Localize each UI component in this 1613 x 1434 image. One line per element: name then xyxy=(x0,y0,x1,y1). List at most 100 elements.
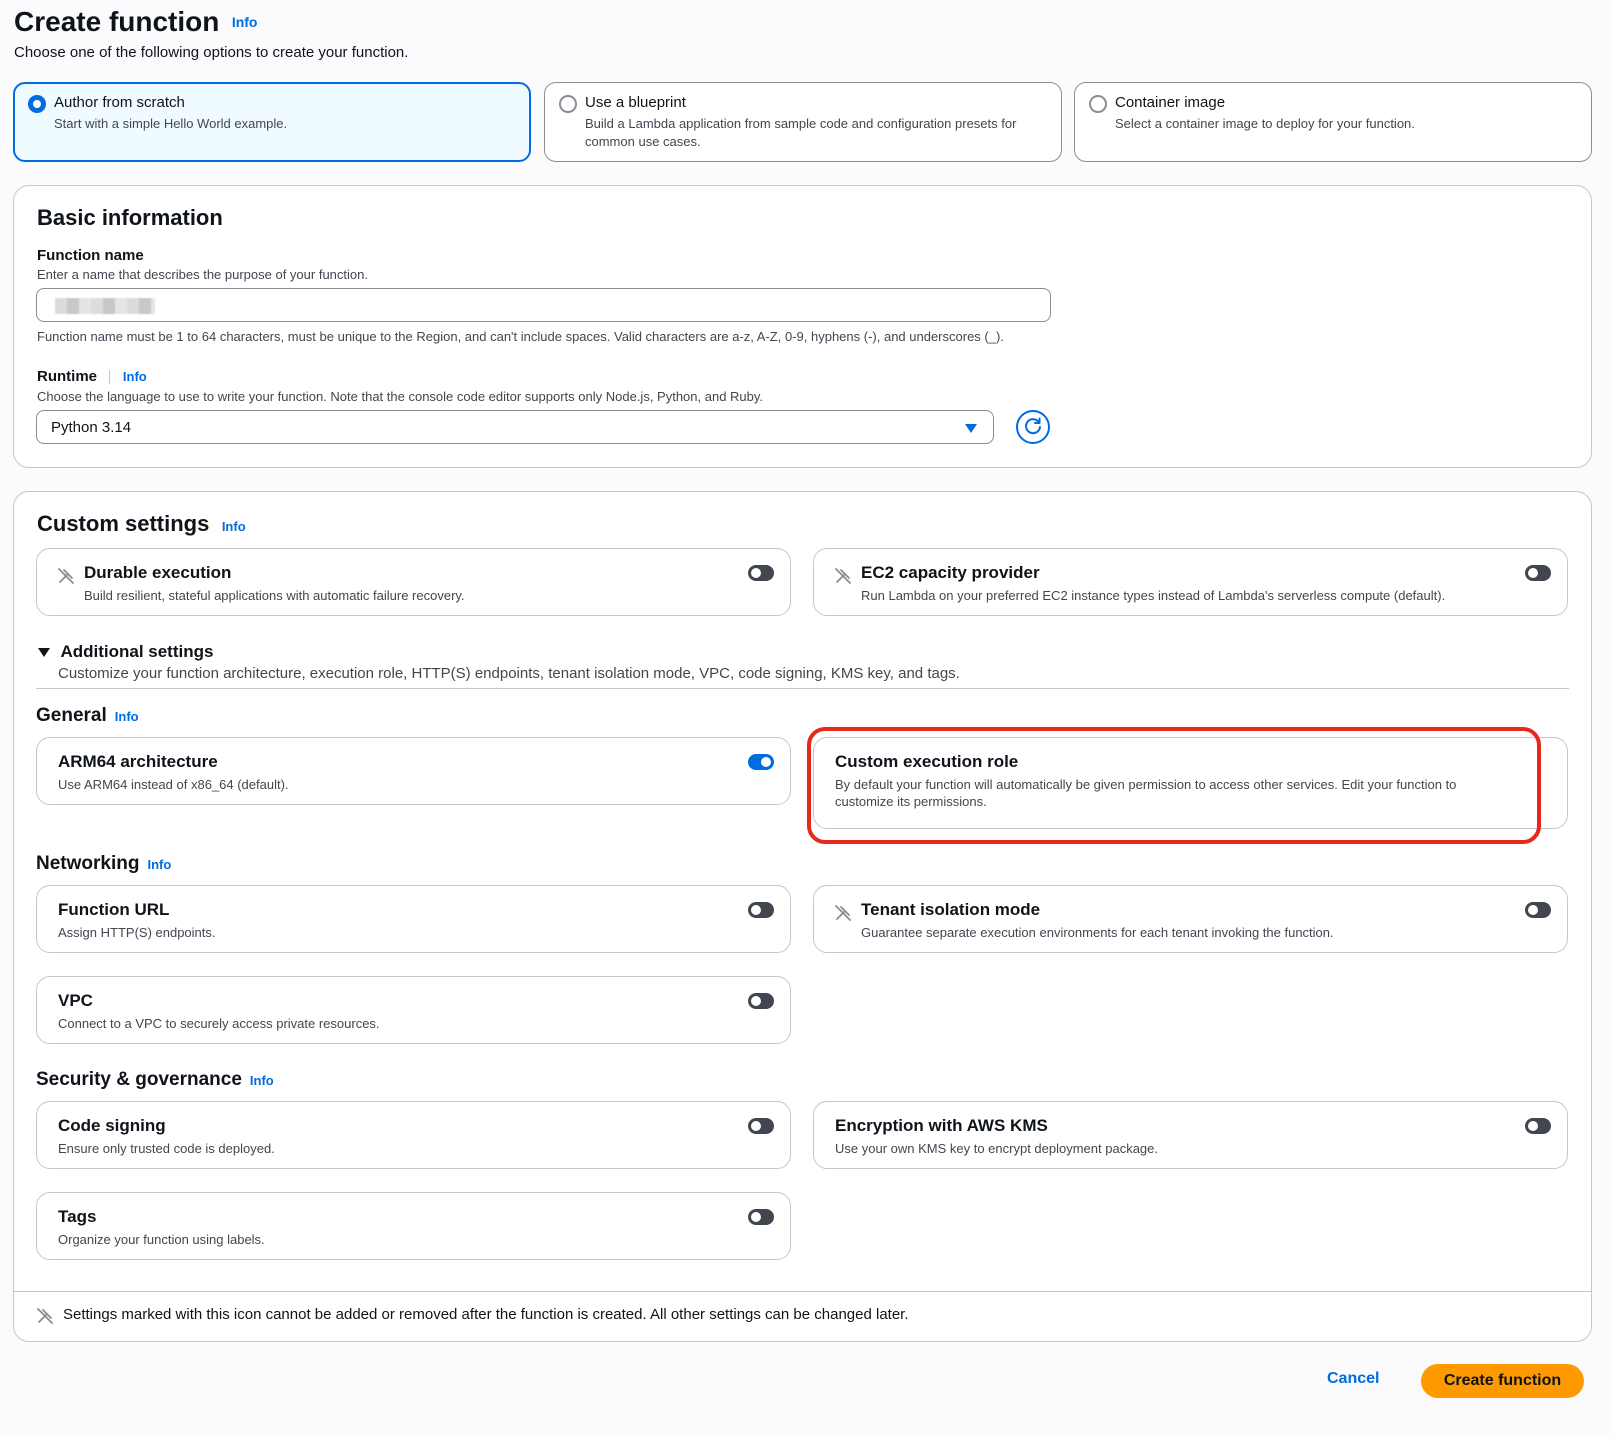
immutable-setting-icon xyxy=(37,1308,53,1324)
immutable-settings-note: Settings marked with this icon cannot be… xyxy=(36,1306,909,1324)
page-header: Create function Info xyxy=(14,6,257,38)
additional-settings-desc: Customize your function architecture, ex… xyxy=(58,665,960,682)
option-description: Build a Lambda application from sample c… xyxy=(585,116,1017,149)
security-heading: Security & governance xyxy=(36,1069,242,1090)
ec2-capacity-provider-toggle[interactable] xyxy=(1525,565,1551,581)
arm64-architecture-card: ARM64 architecture Use ARM64 instead of … xyxy=(36,737,791,805)
function-name-description: Enter a name that describes the purpose … xyxy=(37,267,368,282)
function-name-constraint: Function name must be 1 to 64 characters… xyxy=(37,329,1004,344)
security-header: Security & governance Info xyxy=(36,1069,274,1091)
tags-card: Tags Organize your function using labels… xyxy=(36,1192,791,1260)
refresh-icon xyxy=(1025,417,1041,435)
arm64-architecture-toggle[interactable] xyxy=(748,754,774,770)
option-use-blueprint[interactable]: Use a blueprint Build a Lambda applicati… xyxy=(544,82,1062,162)
function-name-label: Function name xyxy=(37,247,144,264)
divider xyxy=(14,1291,1591,1292)
runtime-label-row: Runtime Info xyxy=(37,368,147,386)
custom-settings-heading: Custom settings xyxy=(37,511,210,536)
code-signing-card: Code signing Ensure only trusted code is… xyxy=(36,1101,791,1169)
option-author-from-scratch[interactable]: Author from scratch Start with a simple … xyxy=(13,82,531,162)
toggle-knob xyxy=(1528,568,1538,578)
additional-settings-title: Additional settings xyxy=(60,642,214,661)
function-url-toggle[interactable] xyxy=(748,902,774,918)
runtime-description: Choose the language to use to write your… xyxy=(37,389,764,404)
basic-information-container: Basic information Function name Enter a … xyxy=(13,185,1592,468)
tags-toggle[interactable] xyxy=(748,1209,774,1225)
info-link[interactable]: Info xyxy=(232,14,258,30)
code-signing-desc: Ensure only trusted code is deployed. xyxy=(58,1141,275,1156)
networking-header: Networking Info xyxy=(36,853,171,875)
page-title: Create function xyxy=(14,6,220,37)
cancel-button[interactable]: Cancel xyxy=(1327,1370,1379,1388)
toggle-knob xyxy=(761,757,771,767)
vpc-title: VPC xyxy=(58,991,93,1010)
networking-info-link[interactable]: Info xyxy=(147,857,171,872)
general-heading: General xyxy=(36,705,107,726)
tenant-isolation-mode-card: Tenant isolation mode Guarantee separate… xyxy=(813,885,1568,953)
page-description: Choose one of the following options to c… xyxy=(14,44,409,61)
tenant-isolation-mode-toggle[interactable] xyxy=(1525,902,1551,918)
caret-down-icon xyxy=(965,424,977,433)
arm64-architecture-title: ARM64 architecture xyxy=(58,752,218,771)
custom-execution-role-title: Custom execution role xyxy=(835,752,1019,771)
toggle-knob xyxy=(751,996,761,1006)
radio-selected-icon[interactable] xyxy=(28,95,46,113)
function-url-desc: Assign HTTP(S) endpoints. xyxy=(58,925,216,940)
runtime-select[interactable]: Python 3.14 xyxy=(36,410,994,444)
option-container-image[interactable]: Container image Select a container image… xyxy=(1074,82,1592,162)
option-description: Start with a simple Hello World example. xyxy=(54,116,288,131)
function-name-input[interactable] xyxy=(36,288,1051,322)
radio-icon[interactable] xyxy=(559,95,577,113)
toggle-knob xyxy=(1528,905,1538,915)
networking-heading: Networking xyxy=(36,853,140,874)
radio-icon[interactable] xyxy=(1089,95,1107,113)
toggle-knob xyxy=(751,1212,761,1222)
custom-settings-info-link[interactable]: Info xyxy=(222,519,246,534)
function-url-card: Function URL Assign HTTP(S) endpoints. xyxy=(36,885,791,953)
custom-execution-role-desc: By default your function will automatica… xyxy=(835,777,1457,809)
toggle-knob xyxy=(751,1121,761,1131)
vpc-desc: Connect to a VPC to securely access priv… xyxy=(58,1016,380,1031)
vpc-card: VPC Connect to a VPC to securely access … xyxy=(36,976,791,1044)
option-description: Select a container image to deploy for y… xyxy=(1115,116,1415,131)
durable-execution-card: Durable execution Build resilient, state… xyxy=(36,548,791,616)
code-signing-toggle[interactable] xyxy=(748,1118,774,1134)
general-info-link[interactable]: Info xyxy=(115,709,139,724)
ec2-capacity-provider-card: EC2 capacity provider Run Lambda on your… xyxy=(813,548,1568,616)
basic-information-heading: Basic information xyxy=(37,205,223,230)
refresh-runtime-button[interactable] xyxy=(1016,410,1050,444)
immutable-setting-icon xyxy=(835,568,851,584)
tags-title: Tags xyxy=(58,1207,97,1226)
redacted-function-name xyxy=(55,298,155,314)
toggle-knob xyxy=(751,905,761,915)
toggle-knob xyxy=(1528,1121,1538,1131)
immutable-setting-icon xyxy=(835,905,851,921)
durable-execution-toggle[interactable] xyxy=(748,565,774,581)
code-signing-title: Code signing xyxy=(58,1116,166,1135)
additional-settings-expander[interactable]: Additional settings xyxy=(38,642,213,662)
option-title: Container image xyxy=(1115,94,1226,111)
kms-encryption-title: Encryption with AWS KMS xyxy=(835,1116,1048,1135)
option-title: Use a blueprint xyxy=(585,94,686,111)
custom-execution-role-card[interactable]: Custom execution role By default your fu… xyxy=(813,737,1568,829)
vpc-toggle[interactable] xyxy=(748,993,774,1009)
kms-encryption-card: Encryption with AWS KMS Use your own KMS… xyxy=(813,1101,1568,1169)
caret-down-icon xyxy=(38,647,50,657)
function-url-title: Function URL xyxy=(58,900,170,919)
ec2-capacity-provider-title: EC2 capacity provider xyxy=(861,563,1040,582)
divider xyxy=(109,369,111,384)
tags-desc: Organize your function using labels. xyxy=(58,1232,265,1247)
creation-options: Author from scratch Start with a simple … xyxy=(13,82,1592,162)
immutable-setting-icon xyxy=(58,568,74,584)
tenant-isolation-mode-title: Tenant isolation mode xyxy=(861,900,1041,919)
kms-encryption-toggle[interactable] xyxy=(1525,1118,1551,1134)
runtime-selected-value: Python 3.14 xyxy=(51,419,132,436)
create-function-button[interactable]: Create function xyxy=(1421,1364,1584,1398)
divider xyxy=(36,688,1569,689)
security-info-link[interactable]: Info xyxy=(250,1073,274,1088)
option-title: Author from scratch xyxy=(54,94,185,111)
kms-encryption-desc: Use your own KMS key to encrypt deployme… xyxy=(835,1141,1158,1156)
general-header: General Info xyxy=(36,705,139,727)
tenant-isolation-mode-desc: Guarantee separate execution environment… xyxy=(861,925,1334,940)
runtime-info-link[interactable]: Info xyxy=(123,369,147,384)
